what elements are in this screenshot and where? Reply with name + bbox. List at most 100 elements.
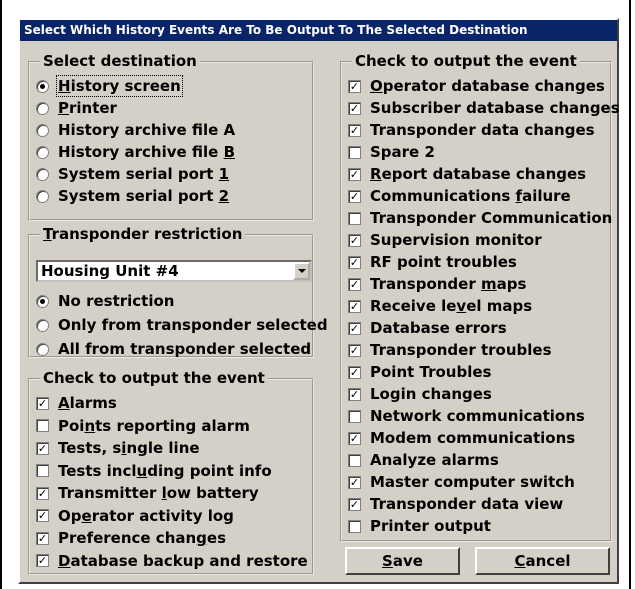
event-right-item-7[interactable]: ✓ Supervision monitor [348, 229, 542, 251]
event-right-item-0[interactable]: ✓ Operator database changes [348, 75, 605, 97]
checkbox[interactable]: ✓ [36, 396, 49, 410]
checkbox[interactable]: ✓ [348, 431, 361, 445]
checkbox[interactable] [348, 211, 361, 225]
radio-button[interactable] [36, 145, 49, 159]
checkbox[interactable]: ✓ [36, 554, 49, 567]
radio-button[interactable] [36, 101, 49, 115]
event-right-item-13[interactable]: ✓ Point Troubles [348, 361, 491, 383]
checkbox[interactable]: ✓ [348, 79, 361, 93]
event-right-item-18[interactable]: ✓ Master computer switch [348, 471, 575, 493]
event-left-item-4[interactable]: ✓ Transmitter low battery [36, 482, 259, 504]
checkbox[interactable]: ✓ [348, 299, 361, 313]
checkbox[interactable]: ✓ [36, 531, 49, 545]
radio-button[interactable] [36, 294, 49, 308]
destination-option-0[interactable]: History screen [36, 75, 183, 97]
event-left-item-6[interactable]: ✓ Preference changes [36, 527, 226, 549]
radio-button[interactable] [36, 167, 49, 181]
checkbox[interactable]: ✓ [348, 343, 361, 357]
restriction-option-label: No restriction [58, 292, 175, 310]
event-right-item-15[interactable]: Network communications [348, 405, 585, 427]
event-left-item-1[interactable]: Points reporting alarm [36, 415, 250, 437]
event-right-item-8[interactable]: ✓ RF point troubles [348, 251, 517, 273]
event-right-item-14[interactable]: ✓ Login changes [348, 383, 492, 405]
checkbox[interactable]: ✓ [348, 387, 361, 401]
checkbox[interactable] [348, 453, 361, 467]
event-right-item-10[interactable]: ✓ Receive level maps [348, 295, 532, 317]
checkbox[interactable]: ✓ [36, 486, 49, 500]
checkbox[interactable]: ✓ [348, 277, 361, 291]
radio-button[interactable] [36, 189, 49, 203]
save-button[interactable]: Save [345, 547, 460, 575]
checkbox[interactable] [348, 145, 361, 159]
event-right-item-4[interactable]: ✓ Report database changes [348, 163, 586, 185]
event-right-item-9[interactable]: ✓ Transponder maps [348, 273, 526, 295]
destination-option-5[interactable]: System serial port 2 [36, 185, 229, 207]
event-left-item-7[interactable]: ✓ Database backup and restore [36, 550, 308, 572]
event-right-item-16[interactable]: ✓ Modem communications [348, 427, 575, 449]
checkbox[interactable]: ✓ [348, 497, 361, 511]
event-left-item-5[interactable]: ✓ Operator activity log [36, 505, 234, 527]
event-right-item-label: Transponder troubles [370, 341, 552, 359]
checkbox[interactable]: ✓ [348, 255, 361, 269]
event-right-item-label: Printer output [370, 517, 491, 535]
event-left-item-label: Operator activity log [58, 506, 234, 525]
event-right-item-label: Report database changes [370, 165, 587, 183]
cancel-button[interactable]: Cancel [475, 547, 610, 575]
destination-option-label: History archive file B [58, 143, 235, 161]
checkbox[interactable]: ✓ [36, 509, 49, 522]
event-right-item-20[interactable]: Printer output [348, 515, 491, 537]
radio-button[interactable] [36, 342, 49, 356]
event-left-item-3[interactable]: Tests including point info [36, 460, 272, 482]
destination-option-4[interactable]: System serial port 1 [36, 163, 229, 185]
event-right-item-3[interactable]: Spare 2 [348, 141, 435, 163]
event-right-item-2[interactable]: ✓ Transponder data changes [348, 119, 595, 141]
checkbox[interactable]: ✓ [348, 365, 361, 379]
radio-button[interactable] [36, 318, 49, 332]
checkbox[interactable]: ✓ [348, 233, 361, 247]
checkbox[interactable]: ✓ [348, 321, 361, 335]
checkbox[interactable]: ✓ [348, 167, 361, 181]
event-left-item-0[interactable]: ✓ Alarms [36, 392, 117, 414]
event-right-item-11[interactable]: ✓ Database errors [348, 317, 507, 339]
checkbox[interactable]: ✓ [348, 475, 361, 489]
cancel-hotkey: C [514, 552, 526, 570]
transponder-combo[interactable]: Housing Unit #4 [36, 260, 312, 282]
event-right-item-label: Master computer switch [370, 473, 575, 491]
destination-option-2[interactable]: History archive file A [36, 119, 235, 141]
event-right-item-12[interactable]: ✓ Transponder troubles [348, 339, 552, 361]
destination-option-3[interactable]: History archive file B [36, 141, 235, 163]
event-right-item-label: RF point troubles [370, 253, 517, 271]
event-right-item-1[interactable]: ✓ Subscriber database changes [348, 97, 620, 119]
restriction-option-1[interactable]: Only from transponder selected [36, 314, 328, 336]
restriction-legend-text: ransponder restriction [51, 225, 243, 243]
event-left-item-2[interactable]: ✓ Tests, single line [36, 437, 200, 459]
event-right-item-label: Spare 2 [370, 143, 435, 161]
checkbox[interactable]: ✓ [36, 441, 49, 455]
event-right-item-17[interactable]: Analyze alarms [348, 449, 499, 471]
event-right-item-label: Login changes [370, 385, 492, 403]
event-right-item-19[interactable]: ✓ Transponder data view [348, 493, 563, 515]
checkbox[interactable]: ✓ [348, 101, 361, 115]
checkbox[interactable] [348, 519, 361, 533]
combo-dropdown-button[interactable] [293, 262, 310, 280]
event-right-item-6[interactable]: Transponder Communication [348, 207, 612, 229]
event-right-item-label: Supervision monitor [370, 231, 542, 249]
destination-option-label: System serial port 1 [58, 165, 230, 183]
checkbox[interactable]: ✓ [348, 189, 361, 203]
restriction-option-0[interactable]: No restriction [36, 290, 174, 312]
checkbox[interactable] [36, 419, 49, 432]
radio-button[interactable] [36, 123, 49, 137]
checkbox[interactable] [36, 464, 49, 477]
save-hotkey: S [382, 552, 393, 570]
event-right-item-5[interactable]: ✓ Communications failure [348, 185, 571, 207]
event-right-item-label: Network communications [370, 407, 585, 425]
restriction-option-label: Only from transponder selected [58, 316, 328, 334]
event-right-item-label: Point Troubles [370, 363, 492, 381]
event-right-item-label: Transponder data changes [370, 121, 595, 139]
radio-button[interactable] [36, 79, 49, 93]
checkbox[interactable] [348, 409, 361, 423]
destination-option-1[interactable]: Printer [36, 97, 117, 119]
save-label: ave [392, 552, 423, 570]
checkbox[interactable]: ✓ [348, 123, 361, 137]
restriction-option-2[interactable]: All from transponder selected [36, 338, 311, 360]
